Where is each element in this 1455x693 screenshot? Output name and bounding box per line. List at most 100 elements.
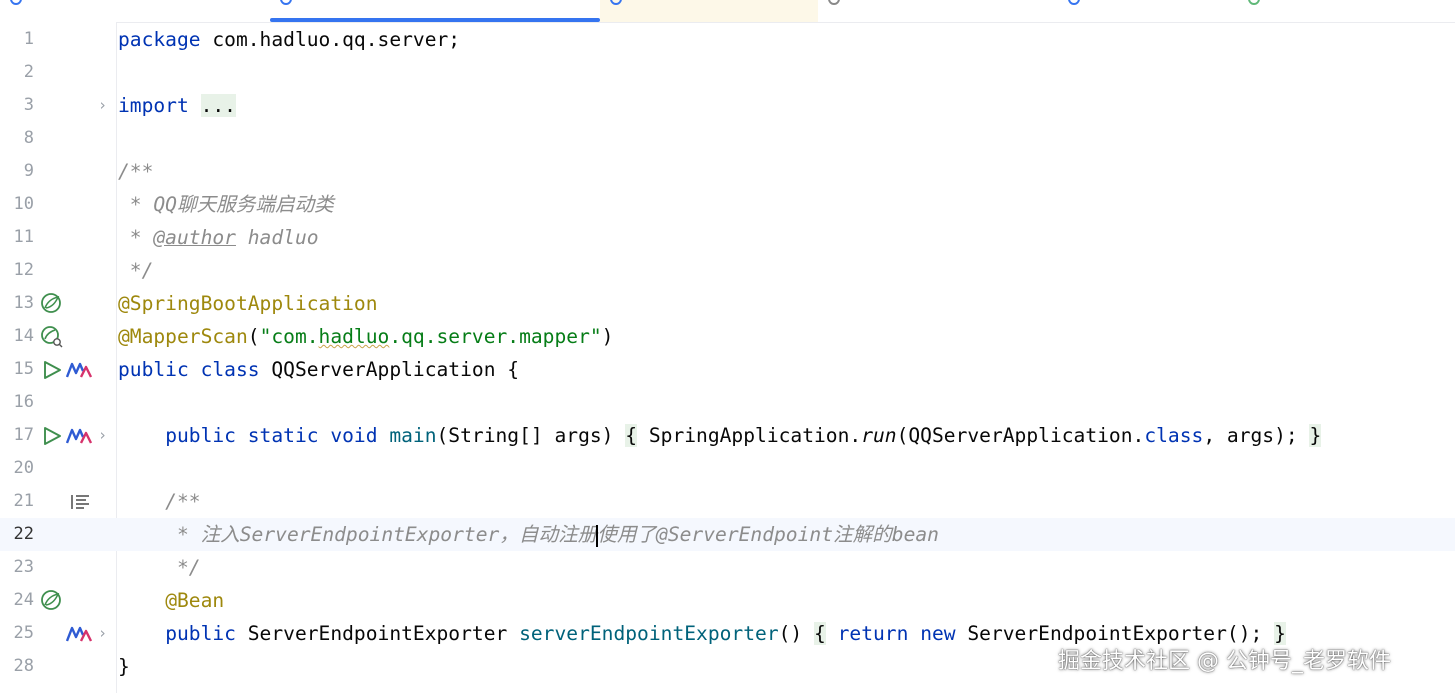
line-number[interactable]: 11 — [0, 221, 34, 254]
line-number[interactable]: 15 — [0, 353, 34, 386]
spring-scan-icon[interactable] — [40, 320, 64, 353]
code-token: class — [200, 358, 260, 381]
fold-chevron-icon[interactable]: › — [98, 617, 107, 650]
code-text[interactable]: /** — [118, 485, 200, 518]
line-number[interactable]: 22 — [0, 518, 34, 551]
line-number[interactable]: 16 — [0, 386, 34, 419]
code-token: hadluo — [318, 325, 390, 348]
code-token: SpringApplication. — [637, 424, 862, 447]
code-text[interactable]: @Bean — [118, 584, 224, 617]
spring-bean-icon[interactable] — [40, 584, 64, 617]
code-token: ) — [601, 325, 614, 348]
code-text[interactable]: @SpringBootApplication — [118, 287, 378, 320]
code-text[interactable]: */ — [118, 254, 154, 287]
line-number[interactable]: 21 — [0, 485, 34, 518]
doc-render-icon[interactable] — [70, 485, 92, 518]
fold-chevron-icon[interactable]: › — [98, 419, 107, 452]
code-token: @SpringBootApplication — [118, 292, 378, 315]
code-token: (String[] args) — [436, 424, 626, 447]
java-class-icon — [1068, 0, 1080, 5]
code-line[interactable]: 12 */ — [0, 254, 1455, 287]
code-line[interactable]: 17 › public static void main(String[] arg… — [0, 419, 1455, 452]
line-number[interactable]: 14 — [0, 320, 34, 353]
code-text[interactable]: * @author hadluo — [118, 221, 319, 254]
code-token: } — [1309, 424, 1322, 447]
code-line[interactable]: 1 package com.hadluo.qq.server; — [0, 23, 1455, 56]
mybatis-icon[interactable] — [66, 353, 94, 386]
editor-tab-active[interactable] — [270, 0, 600, 22]
code-text[interactable]: package com.hadluo.qq.server; — [118, 23, 460, 56]
code-text[interactable]: public static void main(String[] args) {… — [118, 419, 1322, 452]
code-text[interactable]: /** — [118, 155, 153, 188]
mybatis-icon[interactable] — [66, 617, 94, 650]
code-line[interactable]: 20 — [0, 452, 1455, 485]
code-text[interactable]: import ... — [118, 89, 236, 122]
code-token: QQServerApplication { — [259, 358, 520, 381]
line-number[interactable]: 12 — [0, 254, 34, 287]
code-token: */ — [118, 556, 201, 579]
code-text[interactable]: @MapperScan("com.hadluo.qq.server.mapper… — [118, 320, 613, 353]
editor-tab[interactable] — [600, 0, 818, 22]
code-line[interactable]: 2 — [0, 56, 1455, 89]
line-number[interactable]: 9 — [0, 155, 34, 188]
code-text[interactable]: * QQ聊天服务端启动类 — [118, 188, 334, 221]
editor-tab[interactable] — [1058, 0, 1238, 22]
code-token: * — [118, 226, 154, 249]
line-number[interactable]: 28 — [0, 650, 34, 683]
code-token: } — [1274, 622, 1286, 645]
code-text[interactable]: */ — [118, 551, 201, 584]
code-token: public — [165, 424, 236, 447]
code-token: main — [389, 424, 437, 447]
java-class-icon — [10, 0, 22, 5]
code-text[interactable]: * 注入ServerEndpointExporter，自动注册使用了@Serve… — [118, 518, 939, 551]
line-number[interactable]: 13 — [0, 287, 34, 320]
code-line[interactable]: 9 /** — [0, 155, 1455, 188]
line-number[interactable]: 10 — [0, 188, 34, 221]
run-icon[interactable] — [41, 353, 63, 386]
code-text[interactable]: } — [118, 650, 130, 683]
code-text[interactable]: public class QQServerApplication { — [118, 353, 519, 386]
code-line[interactable]: 21 /** — [0, 485, 1455, 518]
code-token: { — [625, 424, 638, 447]
line-number[interactable]: 23 — [0, 551, 34, 584]
line-number[interactable]: 2 — [0, 56, 34, 89]
editor-tab[interactable] — [0, 0, 270, 22]
editor-tab[interactable] — [1238, 0, 1455, 22]
line-number[interactable]: 3 — [0, 89, 34, 122]
code-token: * 注入ServerEndpointExporter，自动注册 — [118, 523, 598, 546]
code-line[interactable]: 14 @MapperScan("com.hadluo.qq.server.mapp… — [0, 320, 1455, 353]
code-line[interactable]: 24 @Bean — [0, 584, 1455, 617]
spring-bean-icon[interactable] — [40, 287, 64, 320]
watermark: 掘金技术社区 @ 公钟号_老罗软件 — [1058, 649, 1391, 674]
code-token: public — [118, 358, 189, 381]
java-class-icon — [610, 0, 622, 5]
line-number[interactable]: 17 — [0, 419, 34, 452]
line-number[interactable]: 25 — [0, 617, 34, 650]
code-line[interactable]: 16 — [0, 386, 1455, 419]
code-line[interactable]: 23 */ — [0, 551, 1455, 584]
code-line[interactable]: 22 * 注入ServerEndpointExporter，自动注册使用了@Se… — [0, 518, 1455, 551]
mybatis-icon[interactable] — [66, 419, 94, 452]
run-icon[interactable] — [41, 419, 63, 452]
code-line[interactable]: 11 * @author hadluo — [0, 221, 1455, 254]
editor-tab[interactable] — [818, 0, 1058, 22]
code-line[interactable]: 8 — [0, 122, 1455, 155]
code-line[interactable]: 13 @SpringBootApplication — [0, 287, 1455, 320]
line-number[interactable]: 20 — [0, 452, 34, 485]
code-line[interactable]: 3 › import ... — [0, 89, 1455, 122]
code-token: import — [118, 94, 189, 117]
line-number[interactable]: 1 — [0, 23, 34, 56]
code-line[interactable]: 15 public class QQServerApplication { — [0, 353, 1455, 386]
code-token: (QQServerApplication. — [896, 424, 1145, 447]
line-number[interactable]: 8 — [0, 122, 34, 155]
code-token: void — [330, 424, 378, 447]
line-number[interactable]: 24 — [0, 584, 34, 617]
code-token: serverEndpointExporter — [519, 622, 779, 645]
code-token: package — [118, 28, 201, 51]
code-line[interactable]: 10 * QQ聊天服务端启动类 — [0, 188, 1455, 221]
fold-chevron-icon[interactable]: › — [98, 89, 107, 122]
